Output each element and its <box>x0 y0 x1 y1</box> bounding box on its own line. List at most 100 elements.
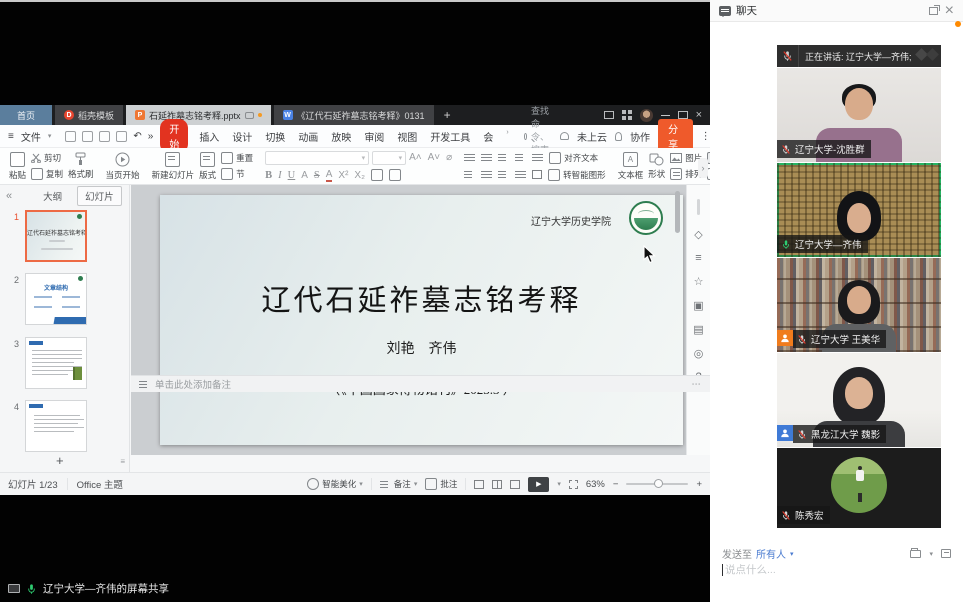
slide-thumbnail-2[interactable]: 文章结构 <box>25 273 87 325</box>
zoom-slider[interactable] <box>626 483 688 485</box>
ribbon-tab-devtools[interactable]: 开发工具 <box>430 129 470 144</box>
tab-writer-doc[interactable]: W 《辽代石延祚墓志铭考释》0131 <box>274 105 434 125</box>
clear-format-icon[interactable]: ⌀ <box>446 152 452 163</box>
export-icon[interactable] <box>99 131 110 142</box>
send-target-selector[interactable]: 所有人 <box>756 546 786 561</box>
print-icon[interactable] <box>82 131 93 142</box>
italic-button[interactable]: I <box>278 170 282 181</box>
increase-font-icon[interactable]: A˄ <box>409 152 422 163</box>
align-right-icon[interactable] <box>498 170 509 179</box>
reading-view-icon[interactable] <box>510 480 520 489</box>
ribbon-tab-transition[interactable]: 切换 <box>265 129 285 144</box>
align-left-icon[interactable] <box>464 170 475 179</box>
font-size-combobox[interactable]: ▾ <box>372 151 406 165</box>
preview-icon[interactable] <box>116 131 127 142</box>
decrease-font-icon[interactable]: A˅ <box>428 152 441 163</box>
slide-sorter-icon[interactable] <box>492 480 502 489</box>
cut-button[interactable]: 剪切 <box>31 152 63 164</box>
qat-overflow-icon[interactable]: » <box>148 131 154 142</box>
participant-tile-4[interactable]: 黑龙江大学 魏影 <box>777 353 941 447</box>
indent-increase-icon[interactable] <box>515 153 526 162</box>
zoom-level[interactable]: 63% <box>586 479 605 490</box>
align-center-icon[interactable] <box>481 170 492 179</box>
chevron-down-icon[interactable]: ▾ <box>790 550 794 558</box>
bullets-icon[interactable] <box>464 153 475 162</box>
hamburger-icon[interactable]: ≡ <box>8 131 14 142</box>
highlight-icon[interactable] <box>389 169 401 181</box>
slide-thumbnail-1-selected[interactable]: 辽代石延祚墓志铭考释 <box>25 210 87 262</box>
docer-resources-icon[interactable]: ◇ <box>694 228 702 241</box>
numbering-icon[interactable] <box>481 153 492 162</box>
format-painter-button[interactable]: 格式刷 <box>68 152 94 180</box>
ribbon-tab-animation[interactable]: 动画 <box>298 129 318 144</box>
participant-tile-3[interactable]: 辽宁大学 王美华 <box>777 258 941 352</box>
text-box-button[interactable]: A 文本框 <box>618 152 644 181</box>
tab-home[interactable]: 首页 <box>0 105 52 125</box>
selection-pane-icon[interactable]: ▣ <box>693 299 703 312</box>
slide-thumbnail-4[interactable] <box>25 400 87 452</box>
tab-outline[interactable]: 大纲 <box>36 187 69 205</box>
align-text-button[interactable]: 对齐文本 <box>549 152 598 164</box>
font-family-combobox[interactable]: ▾ <box>265 151 369 165</box>
section-button[interactable]: 节 <box>221 168 253 180</box>
participant-tile-2-speaking[interactable]: 辽宁大学—齐伟 <box>777 163 941 257</box>
superscript-button[interactable]: X² <box>338 170 348 181</box>
favorites-icon[interactable]: ☆ <box>694 275 704 288</box>
participant-tile-5-camera-off[interactable]: 陈秀宏 <box>777 448 941 528</box>
collaborate-icon[interactable] <box>615 132 622 141</box>
add-slide-button[interactable]: + <box>56 453 64 468</box>
char-spacing-button[interactable]: A <box>301 170 308 181</box>
ribbon-expand-button[interactable]: › <box>698 158 708 178</box>
screenshot-icon[interactable] <box>941 549 951 558</box>
shape-button[interactable]: 形状 <box>648 153 665 180</box>
strikethrough-button[interactable]: S <box>314 170 320 181</box>
to-smartart-button[interactable]: 转智能图形 <box>548 169 606 181</box>
cloud-status-icon[interactable] <box>560 132 569 140</box>
message-input[interactable] <box>725 564 925 576</box>
cloud-status-label[interactable]: 未上云 <box>577 129 607 144</box>
line-spacing-icon[interactable] <box>532 153 543 162</box>
undo-icon[interactable]: ↶ <box>133 131 141 142</box>
ribbon-tab-review[interactable]: 审阅 <box>364 129 384 144</box>
restore-button[interactable] <box>678 111 688 119</box>
zoom-slider-knob[interactable] <box>654 479 663 488</box>
tabs-overflow-icon[interactable]: › <box>506 129 508 144</box>
resource-pane-icon[interactable]: ◎ <box>694 347 704 360</box>
notes-toggle-button[interactable]: 备注 ▾ <box>380 478 418 490</box>
normal-view-icon[interactable] <box>474 480 484 489</box>
split-screen-icon[interactable] <box>604 111 614 119</box>
file-menu[interactable]: 文件 <box>21 129 41 144</box>
copy-button[interactable]: 复制 <box>31 168 63 180</box>
columns-icon[interactable] <box>532 170 542 179</box>
paste-button[interactable]: 粘贴 <box>9 152 26 181</box>
notes-more-icon[interactable]: ⋯ <box>692 379 703 390</box>
comments-button[interactable]: 批注 <box>425 478 457 490</box>
ribbon-tab-view[interactable]: 视图 <box>397 129 417 144</box>
notification-widget[interactable] <box>948 22 960 34</box>
new-tab-button[interactable]: + <box>434 105 461 125</box>
strip-scrollbar[interactable] <box>697 199 700 215</box>
slide-thumbnail-3[interactable] <box>25 337 87 389</box>
close-chat-icon[interactable]: × <box>945 2 954 20</box>
reset-button[interactable]: 重置 <box>221 152 253 164</box>
fit-slide-icon[interactable] <box>569 480 578 489</box>
design-pane-icon[interactable]: ▤ <box>693 323 703 336</box>
ribbon-tab-slideshow[interactable]: 放映 <box>331 129 351 144</box>
popout-icon[interactable] <box>929 7 938 15</box>
new-slide-button[interactable]: 新建幻灯片 <box>152 152 195 181</box>
beautify-button[interactable]: 智能美化 ▾ <box>307 478 363 490</box>
collapse-panel-icon[interactable]: « <box>6 190 12 202</box>
properties-icon[interactable]: ≡ <box>695 252 701 264</box>
notes-bar[interactable]: 单击此处添加备注 ⋯ <box>131 375 710 392</box>
collaborate-label[interactable]: 协作 <box>630 129 650 144</box>
ribbon-tab-member[interactable]: 会 <box>483 129 493 144</box>
text-effect-icon[interactable] <box>371 169 383 181</box>
participant-tile-1[interactable]: 辽宁大学-沈胜群 <box>777 68 941 162</box>
justify-icon[interactable] <box>515 170 526 179</box>
ribbon-tab-insert[interactable]: 插入 <box>199 129 219 144</box>
bold-button[interactable]: B <box>265 170 272 181</box>
minimize-button[interactable] <box>661 115 670 116</box>
play-from-current-button[interactable]: 当页开始 <box>106 152 140 181</box>
save-icon[interactable] <box>65 131 76 142</box>
tab-presentation-active[interactable]: P 石延祚墓志铭考释.pptx <box>126 105 271 125</box>
